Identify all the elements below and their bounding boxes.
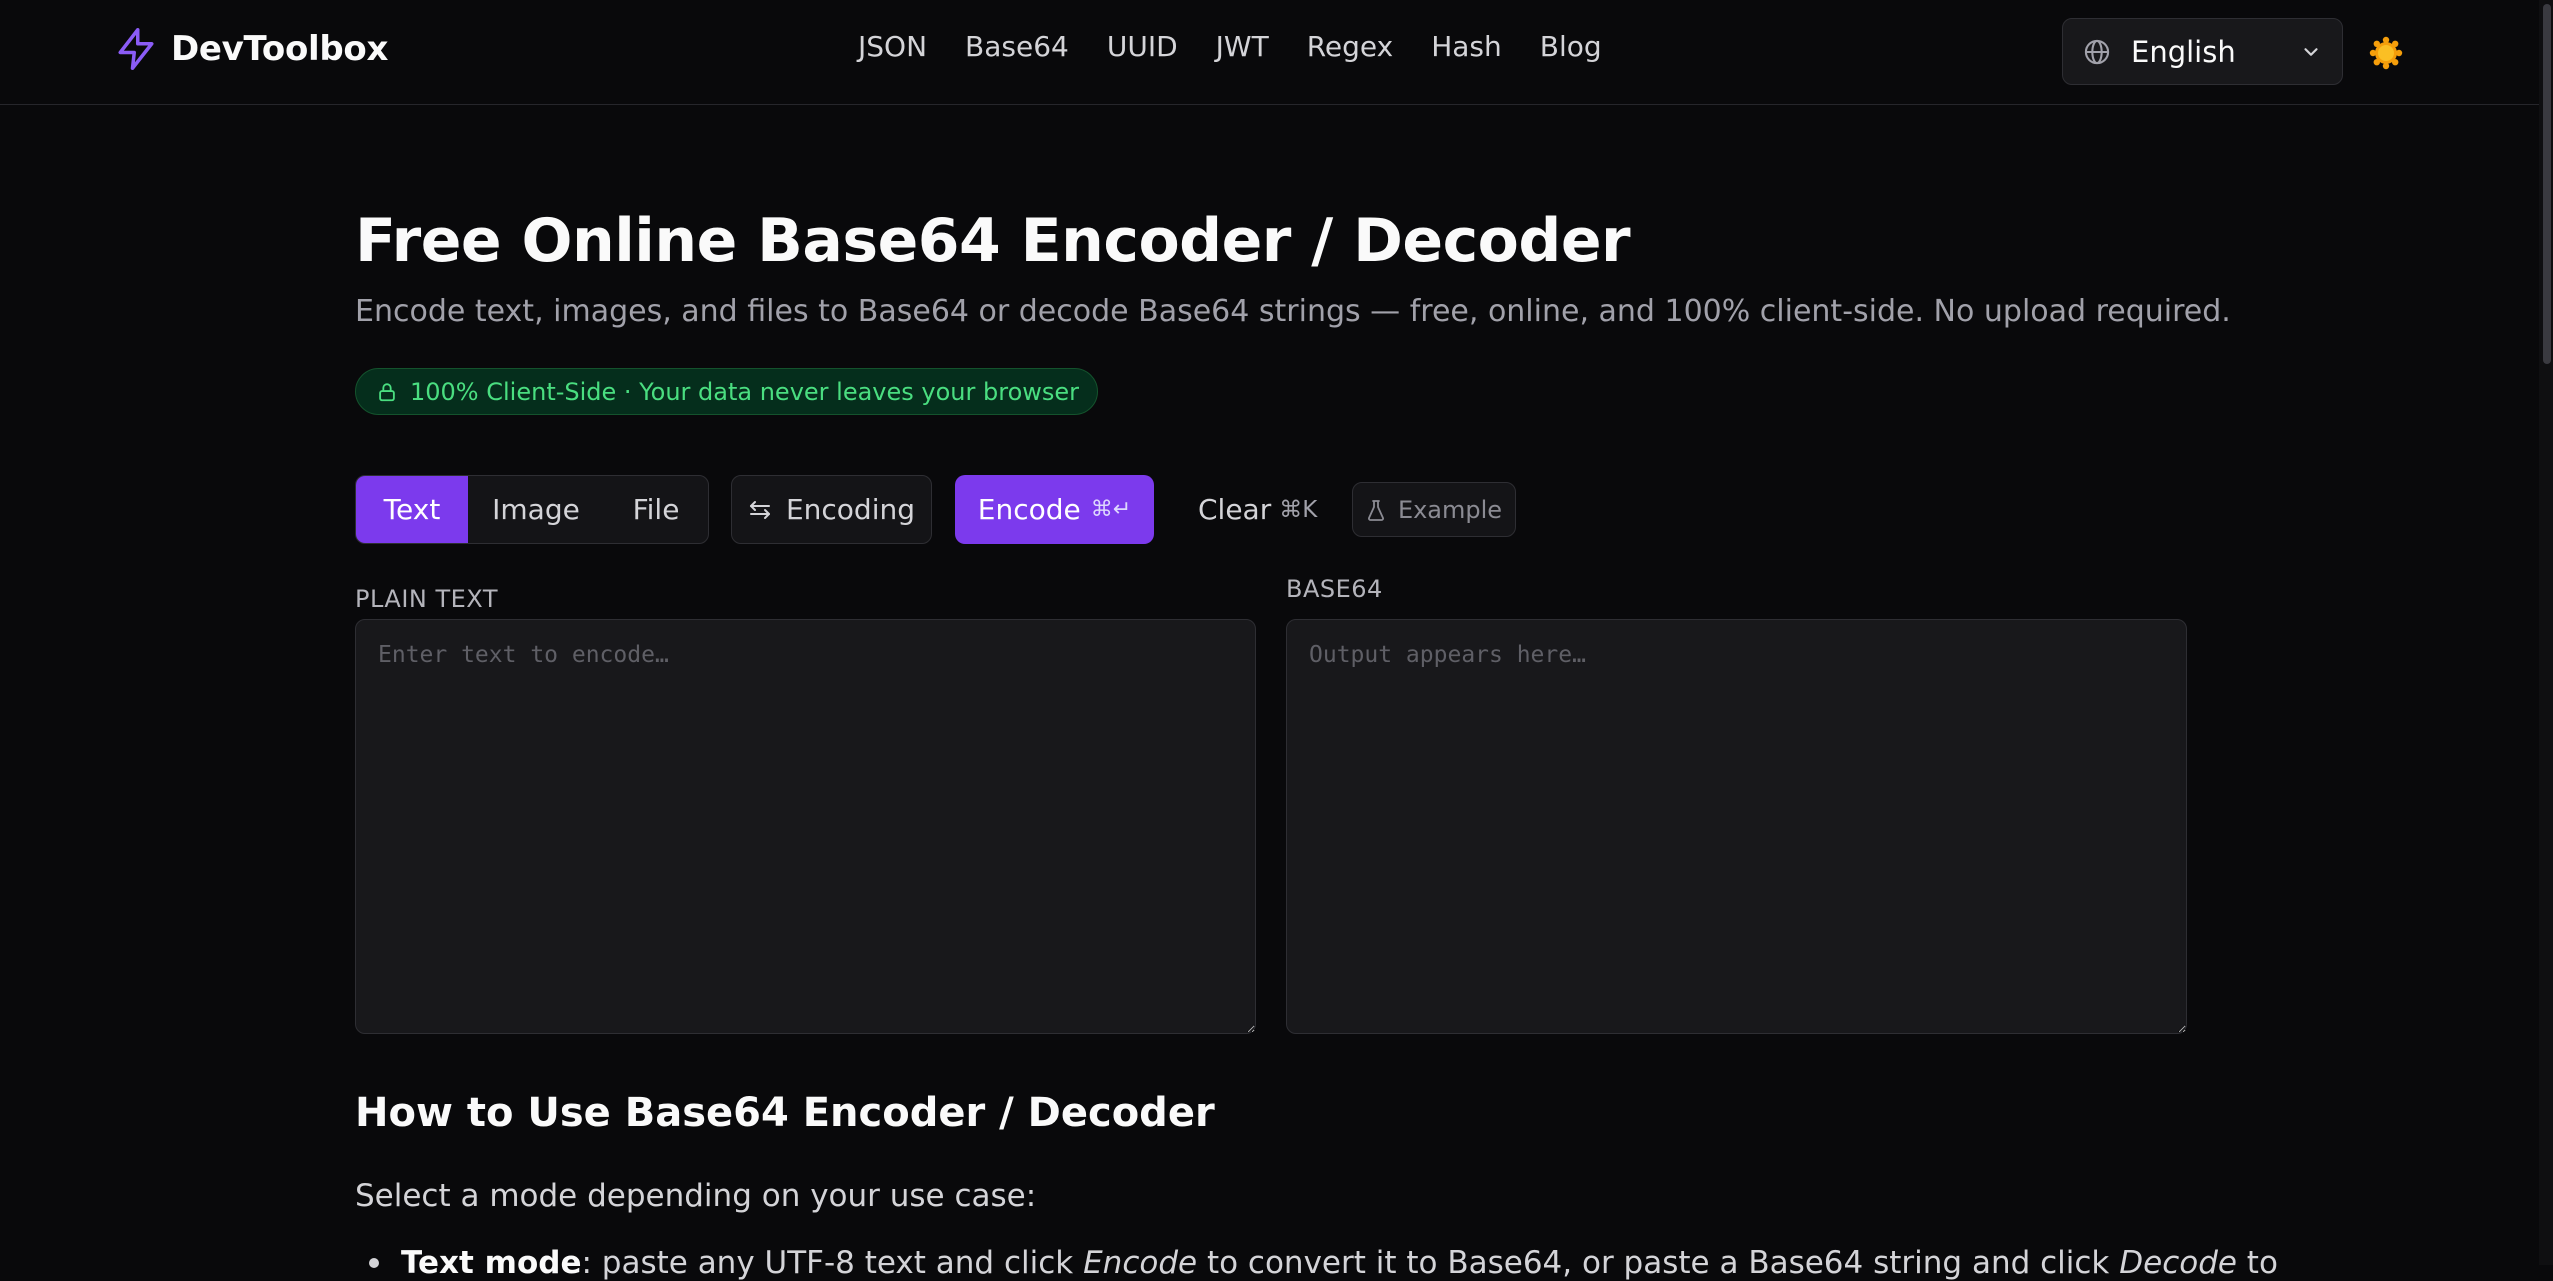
list-item-text: to convert it to Base64, or paste a Base…: [1197, 1245, 2120, 1281]
encode-button-label: Encode: [977, 493, 1081, 526]
chevron-down-icon: [2304, 47, 2318, 56]
brand-name: DevToolbox: [171, 29, 389, 69]
privacy-badge: 100% Client-Side · Your data never leave…: [355, 368, 1099, 415]
page-subtitle: Encode text, images, and files to Base64…: [355, 294, 2231, 329]
scrollbar-thumb[interactable]: [2543, 4, 2551, 364]
clear-shortcut: ⌘K: [1279, 496, 1318, 523]
globe-icon: [2084, 39, 2110, 64]
clear-button-label: Clear: [1198, 493, 1272, 526]
list-item-term: Text mode: [401, 1245, 582, 1281]
main-nav: JSON Base64 UUID JWT Regex Hash Blog: [858, 30, 1640, 63]
mode-tab-file[interactable]: File: [604, 476, 708, 543]
mode-tab-text[interactable]: Text: [356, 476, 468, 543]
page-title: Free Online Base64 Encoder / Decoder: [355, 206, 1631, 276]
encoding-button-label: Encoding: [785, 493, 916, 526]
example-button[interactable]: Example: [1352, 482, 1516, 537]
language-selected: English: [2131, 34, 2236, 69]
sun-icon: [2369, 36, 2403, 70]
lock-icon: [379, 382, 395, 401]
mode-segmented-control: Text Image File: [355, 475, 709, 544]
flask-icon: [1367, 499, 1384, 521]
nav-link-uuid[interactable]: UUID: [1107, 30, 1178, 63]
list-item-text: : paste any UTF-8 text and click: [581, 1245, 1084, 1281]
list-item-emphasis: Decode: [2119, 1245, 2237, 1281]
nav-link-regex[interactable]: Regex: [1307, 30, 1394, 63]
list-item-emphasis: Encode: [1083, 1245, 1198, 1281]
privacy-badge-text: 100% Client-Side · Your data never leave…: [410, 377, 1080, 406]
encode-button[interactable]: Encode ⌘↵: [955, 475, 1154, 544]
lightning-icon: [118, 28, 154, 70]
list-item-text: to: [2236, 1245, 2278, 1281]
nav-link-json[interactable]: JSON: [858, 30, 927, 63]
output-panel-label: BASE64: [1286, 575, 1383, 603]
theme-toggle-button[interactable]: [2369, 36, 2403, 70]
bullet: [369, 1258, 379, 1268]
language-select[interactable]: English: [2062, 18, 2343, 85]
encoding-toggle-button[interactable]: Encoding: [731, 475, 932, 544]
top-header: DevToolbox JSON Base64 UUID JWT Regex Ha…: [0, 0, 2539, 105]
nav-link-hash[interactable]: Hash: [1431, 30, 1502, 63]
nav-link-blog[interactable]: Blog: [1540, 30, 1602, 63]
nav-link-jwt[interactable]: JWT: [1216, 30, 1269, 63]
plain-text-input[interactable]: [355, 619, 1256, 1034]
example-button-label: Example: [1397, 495, 1503, 524]
base64-output[interactable]: [1286, 619, 2187, 1034]
input-panel-label: PLAIN TEXT: [355, 585, 498, 613]
mode-description-list: Text mode : paste any UTF-8 text and cli…: [355, 1245, 2278, 1281]
mode-tab-image[interactable]: Image: [468, 476, 604, 543]
clear-button[interactable]: Clear ⌘K: [1180, 475, 1335, 544]
swap-arrows-icon: [749, 500, 770, 519]
list-item: Text mode : paste any UTF-8 text and cli…: [355, 1245, 2278, 1281]
nav-link-base64[interactable]: Base64: [965, 30, 1069, 63]
how-to-intro: Select a mode depending on your use case…: [355, 1178, 1037, 1214]
encode-shortcut: ⌘↵: [1090, 497, 1132, 522]
brand-logo[interactable]: DevToolbox: [115, 26, 388, 72]
how-to-heading: How to Use Base64 Encoder / Decoder: [355, 1090, 1215, 1136]
